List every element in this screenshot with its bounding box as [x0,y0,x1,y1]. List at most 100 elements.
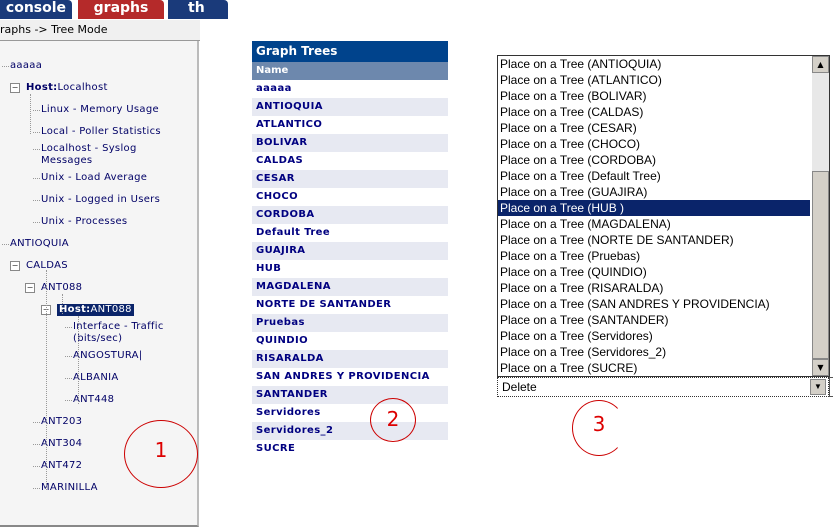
tree-node[interactable]: Unix - Load Average [41,172,147,184]
table-row[interactable]: BOLIVAR [252,134,448,152]
node-label: Local - Poller Statistics [41,126,161,137]
tree-node[interactable]: ANGOSTURA| [73,350,142,362]
annotation-label: 1 [154,438,168,462]
table-row[interactable]: SANTANDER [252,386,448,404]
table-row[interactable]: MAGDALENA [252,278,448,296]
table-row[interactable]: HUB [252,260,448,278]
dropdown-arrow-icon[interactable]: ▼ [810,379,826,395]
listbox-option[interactable]: Place on a Tree (BOLIVAR) [498,88,810,104]
listbox-option[interactable]: Place on a Tree (HUB ) [498,200,810,216]
tree-node[interactable]: ANT448 [73,394,114,406]
node-label: ANTIOQUIA [10,238,69,249]
tree-node[interactable]: Interface - Traffic (bits/sec) [73,321,193,345]
table-row[interactable]: Default Tree [252,224,448,242]
tree-node[interactable]: Host:Localhost [26,82,108,94]
node-label: Localhost [57,82,108,93]
adjacent-button[interactable] [829,377,833,397]
tree-node[interactable]: ANT203 [41,416,82,428]
action-select[interactable]: Delete ▼ [497,377,829,397]
collapse-icon[interactable]: − [10,83,20,93]
table-row[interactable]: SUCRE [252,440,448,458]
scroll-thumb[interactable] [812,171,829,359]
scroll-up-arrow-icon[interactable]: ▲ [812,56,829,73]
node-label: aaaaa [10,60,43,71]
graph-trees-table: Graph Trees Name aaaaa ANTIOQUIA ATLANTICO… [252,41,448,458]
tab-third[interactable]: th [168,0,228,19]
table-row[interactable]: NORTE DE SANTANDER [252,296,448,314]
scrollbar[interactable]: ▲ ▼ [812,56,829,376]
listbox-option[interactable]: Place on a Tree (SUCRE) [498,360,810,376]
tree-connector [33,466,40,467]
tree-connector [65,356,72,357]
table-row[interactable]: QUINDIO [252,332,448,350]
table-row[interactable]: CALDAS [252,152,448,170]
table-row[interactable]: CORDOBA [252,206,448,224]
listbox-option[interactable]: Place on a Tree (Default Tree) [498,168,810,184]
tree-connector [65,327,72,328]
tree-node[interactable]: Unix - Processes [41,216,127,228]
table-row[interactable]: GUAJIRA [252,242,448,260]
node-label: ANT088 [90,304,132,315]
listbox-option[interactable]: Place on a Tree (Pruebas) [498,248,810,264]
table-row[interactable]: SAN ANDRES Y PROVIDENCIA [252,368,448,386]
table-row[interactable]: CHOCO [252,188,448,206]
tree-connector [33,422,40,423]
node-label: ANGOSTURA| [73,350,143,361]
tree-node[interactable]: ANT088 [41,282,82,294]
tab-console[interactable]: console [0,0,72,19]
tree-connector [78,316,79,404]
tree-node[interactable]: ANT304 [41,438,82,450]
listbox-option[interactable]: Place on a Tree (CORDOBA) [498,152,810,168]
node-label: Localhost - Syslog Messages [41,143,137,166]
node-label: ANT472 [41,460,83,471]
table-row[interactable]: CESAR [252,170,448,188]
node-label: ANT088 [41,282,83,293]
table-row[interactable]: RISARALDA [252,350,448,368]
tree-node[interactable]: ANTIOQUIA [10,238,69,250]
listbox-option[interactable]: Place on a Tree (NORTE DE SANTANDER) [498,232,810,248]
tree-node[interactable]: Linux - Memory Usage [41,104,159,116]
annotation-circle-2: 2 [370,398,416,442]
collapse-icon[interactable]: − [25,283,35,293]
column-header-name[interactable]: Name [252,62,448,80]
tree-action-listbox[interactable]: Place on a Tree (ANTIOQUIA) Place on a Tr… [497,55,830,377]
tree-node[interactable]: MARINILLA [41,482,98,494]
listbox-option[interactable]: Place on a Tree (ATLANTICO) [498,72,810,88]
listbox-option[interactable]: Place on a Tree (CALDAS) [498,104,810,120]
node-label: ALBANIA [73,372,119,383]
listbox-option[interactable]: Place on a Tree (CHOCO) [498,136,810,152]
listbox-option[interactable]: Place on a Tree (GUAJIRA) [498,184,810,200]
tree-connector [33,149,40,150]
tree-node[interactable]: Host:ANT088 [57,304,134,316]
tree-node[interactable]: ALBANIA [73,372,118,384]
table-row[interactable]: Servidores_2 [252,422,448,440]
scroll-down-arrow-icon[interactable]: ▼ [812,359,829,376]
listbox-option[interactable]: Place on a Tree (RISARALDA) [498,280,810,296]
listbox-option[interactable]: Place on a Tree (QUINDIO) [498,264,810,280]
tree-connector [30,94,31,134]
table-row[interactable]: ANTIOQUIA [252,98,448,116]
annotation-circle-1: 1 [124,420,198,488]
tree-connector [33,488,40,489]
listbox-option[interactable]: Place on a Tree (SAN ANDRES Y PROVIDENCI… [498,296,810,312]
tree-node[interactable]: Local - Poller Statistics [41,126,161,138]
tree-connector [33,178,40,179]
listbox-option[interactable]: Place on a Tree (CESAR) [498,120,810,136]
table-row[interactable]: aaaaa [252,80,448,98]
listbox-option[interactable]: Place on a Tree (SANTANDER) [498,312,810,328]
tab-graphs[interactable]: graphs [78,0,164,19]
tree-node[interactable]: aaaaa [10,60,42,72]
listbox-option[interactable]: Place on a Tree (ANTIOQUIA) [498,56,810,72]
annotation-label: 3 [592,412,606,436]
tree-node[interactable]: Unix - Logged in Users [41,194,160,206]
tree-node[interactable]: ANT472 [41,460,82,472]
listbox-option[interactable]: Place on a Tree (Servidores_2) [498,344,810,360]
collapse-icon[interactable]: − [10,261,20,271]
table-row[interactable]: Servidores [252,404,448,422]
listbox-option[interactable]: Place on a Tree (Servidores) [498,328,810,344]
listbox-option[interactable]: Place on a Tree (MAGDALENA) [498,216,810,232]
table-row[interactable]: Pruebas [252,314,448,332]
table-row[interactable]: ATLANTICO [252,116,448,134]
node-prefix: Host: [59,304,91,315]
tree-node[interactable]: Localhost - Syslog Messages [41,143,161,167]
